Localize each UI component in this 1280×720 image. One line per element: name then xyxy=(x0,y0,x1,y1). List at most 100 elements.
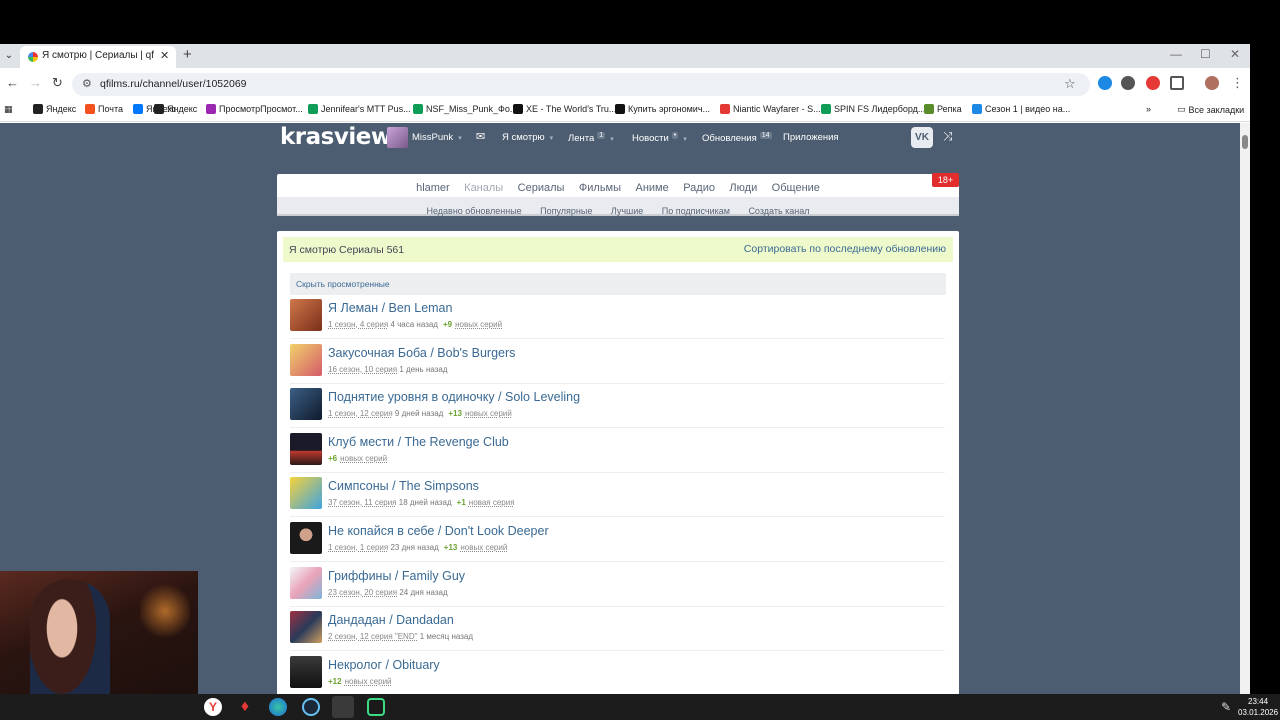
bookmark-item[interactable]: Niantic Wayfarer - S... xyxy=(720,104,821,114)
extensions-puzzle-icon[interactable] xyxy=(1170,76,1184,90)
mail-icon[interactable]: ✉ xyxy=(476,130,485,143)
list-item[interactable]: Я Леман / Ben Leman 1 сезон, 4 серия 4 ч… xyxy=(290,295,945,339)
category-anime[interactable]: Аниме xyxy=(635,182,668,194)
series-title[interactable]: Поднятие уровня в одиночку / Solo Leveli… xyxy=(328,390,580,404)
obs-icon[interactable] xyxy=(332,696,354,718)
nav-news[interactable]: Новости •▾ xyxy=(632,132,687,144)
bookmark-item[interactable]: NSF_Miss_Punk_Фо... xyxy=(413,104,517,114)
username-menu[interactable]: MissPunk ▾ xyxy=(412,132,462,143)
episode-link[interactable]: 16 сезон, 10 серия xyxy=(328,365,397,374)
yandex-browser-icon[interactable]: Y xyxy=(204,698,222,716)
series-title[interactable]: Гриффины / Family Guy xyxy=(328,569,465,583)
maximize-icon[interactable]: ☐ xyxy=(1200,47,1211,61)
apps-grid-icon[interactable]: ▦ xyxy=(4,104,13,115)
episode-link[interactable]: 1 сезон, 12 серия xyxy=(328,409,393,418)
extension-icon[interactable] xyxy=(1121,76,1135,90)
nav-updates[interactable]: Обновления 14 xyxy=(702,132,772,144)
bookmark-item[interactable]: Яндекс xyxy=(154,104,197,114)
all-bookmarks[interactable]: ▭ Все закладки xyxy=(1177,104,1244,115)
extension-icon[interactable] xyxy=(1098,76,1112,90)
category-series[interactable]: Сериалы xyxy=(518,182,565,194)
scrollbar-thumb[interactable] xyxy=(1242,135,1248,149)
sort-link[interactable]: Сортировать по последнему обновлению xyxy=(744,243,946,255)
list-item[interactable]: Дандадан / Dandadan 2 сезон, 12 серия "E… xyxy=(290,607,945,651)
back-icon[interactable]: ← xyxy=(6,75,19,90)
minimize-icon[interactable]: — xyxy=(1170,47,1182,61)
bookmark-item[interactable]: Почта xyxy=(85,104,123,114)
bookmark-item[interactable]: Jennifear's MTT Pus... xyxy=(308,104,411,114)
poster-thumbnail[interactable] xyxy=(290,611,322,643)
category-channels[interactable]: Каналы xyxy=(464,182,503,194)
page-scrollbar[interactable] xyxy=(1240,123,1250,694)
site-info-icon[interactable]: ⚙ xyxy=(82,77,92,90)
system-clock[interactable]: 23:44 03.01.2026 xyxy=(1238,696,1278,718)
bookmark-item[interactable]: Сезон 1 | видео на... xyxy=(972,104,1070,114)
poster-thumbnail[interactable] xyxy=(290,299,322,331)
subcat-recent[interactable]: Недавно обновленные xyxy=(426,206,521,216)
bookmark-item[interactable]: Купить эргономич... xyxy=(615,104,710,114)
episode-link[interactable]: 2 сезон, 12 серия "END" xyxy=(328,632,417,641)
list-item[interactable]: Поднятие уровня в одиночку / Solo Leveli… xyxy=(290,384,945,428)
poster-thumbnail[interactable] xyxy=(290,656,322,688)
new-tab-icon[interactable]: + xyxy=(183,46,192,63)
episode-link[interactable]: 37 сезон, 11 серия xyxy=(328,498,397,507)
bookmark-item[interactable]: ПросмотрПросмот... xyxy=(206,104,303,114)
profile-avatar[interactable] xyxy=(1205,76,1219,90)
forward-icon[interactable]: → xyxy=(29,75,42,90)
series-title[interactable]: Симпсоны / The Simpsons xyxy=(328,479,479,493)
edge-icon[interactable] xyxy=(269,698,287,716)
nav-feed[interactable]: Лента 1▾ xyxy=(568,132,614,144)
list-item[interactable]: Закусочная Боба / Bob's Burgers 16 сезон… xyxy=(290,340,945,384)
series-title[interactable]: Некролог / Obituary xyxy=(328,658,440,672)
list-item[interactable]: Симпсоны / The Simpsons 37 сезон, 11 сер… xyxy=(290,473,945,517)
series-title[interactable]: Дандадан / Dandadan xyxy=(328,613,454,627)
list-item[interactable]: Гриффины / Family Guy 23 сезон, 20 серия… xyxy=(290,563,945,607)
series-title[interactable]: Я Леман / Ben Leman xyxy=(328,301,452,315)
subcat-subscribers[interactable]: По подписчикам xyxy=(662,206,730,216)
category-films[interactable]: Фильмы xyxy=(579,182,621,194)
new-episodes-link[interactable]: новых серий xyxy=(345,677,392,686)
poster-thumbnail[interactable] xyxy=(290,344,322,376)
user-avatar[interactable] xyxy=(387,127,408,148)
bookmark-item[interactable]: SPIN FS Лидерборд... xyxy=(821,104,925,114)
new-episodes-link[interactable]: новых серий xyxy=(460,543,507,552)
category-hlamer[interactable]: hlamer xyxy=(416,182,450,194)
bookmark-item[interactable]: Репка xyxy=(924,104,962,114)
new-episodes-link[interactable]: новая серия xyxy=(469,498,515,507)
series-title[interactable]: Не копайся в себе / Don't Look Deeper xyxy=(328,524,549,538)
list-item[interactable]: Некролог / Obituary +12 новых серий xyxy=(290,652,945,694)
shuffle-icon[interactable]: ⤨ xyxy=(943,129,953,144)
list-item[interactable]: Не копайся в себе / Don't Look Deeper 1 … xyxy=(290,518,945,562)
poster-thumbnail[interactable] xyxy=(290,433,322,465)
new-episodes-link[interactable]: новых серий xyxy=(340,454,387,463)
address-bar[interactable]: ⚙ qfilms.ru/channel/user/1052069 ☆ xyxy=(72,73,1090,96)
category-people[interactable]: Люди xyxy=(729,182,757,194)
reload-icon[interactable]: ↻ xyxy=(52,75,63,91)
nav-apps[interactable]: Приложения xyxy=(783,132,839,143)
extension-icon[interactable] xyxy=(1146,76,1160,90)
hide-watched-link[interactable]: Скрыть просмотренные xyxy=(296,279,390,289)
episode-link[interactable]: 1 сезон, 1 серия xyxy=(328,543,388,552)
browser-menu-icon[interactable]: ⋮ xyxy=(1231,75,1244,91)
poster-thumbnail[interactable] xyxy=(290,567,322,599)
terminal-icon[interactable] xyxy=(367,698,385,716)
category-radio[interactable]: Радио xyxy=(683,182,715,194)
series-title[interactable]: Клуб мести / The Revenge Club xyxy=(328,435,509,449)
series-title[interactable]: Закусочная Боба / Bob's Burgers xyxy=(328,346,515,360)
active-tab[interactable]: Я смотрю | Сериалы | qfilms.ru ✕ xyxy=(20,46,176,68)
episode-link[interactable]: 23 сезон, 20 серия xyxy=(328,588,397,597)
nav-watching[interactable]: Я смотрю ▾ xyxy=(502,132,553,143)
vk-icon[interactable]: VK xyxy=(911,127,933,148)
close-window-icon[interactable]: ✕ xyxy=(1230,47,1240,61)
red-app-icon[interactable]: ♦ xyxy=(236,698,254,716)
bookmark-item[interactable]: XE - The World's Tru... xyxy=(513,104,616,114)
list-item[interactable]: Клуб мести / The Revenge Club +6 новых се… xyxy=(290,429,945,473)
bookmark-item[interactable]: Яндекс xyxy=(33,104,76,114)
pen-icon[interactable]: ✎ xyxy=(1217,698,1235,716)
subcat-best[interactable]: Лучшие xyxy=(611,206,643,216)
steam-icon[interactable] xyxy=(302,698,320,716)
tab-search-icon[interactable]: ⌄ xyxy=(2,48,16,64)
new-episodes-link[interactable]: новых серий xyxy=(455,320,502,329)
subcat-popular[interactable]: Популярные xyxy=(540,206,592,216)
poster-thumbnail[interactable] xyxy=(290,477,322,509)
